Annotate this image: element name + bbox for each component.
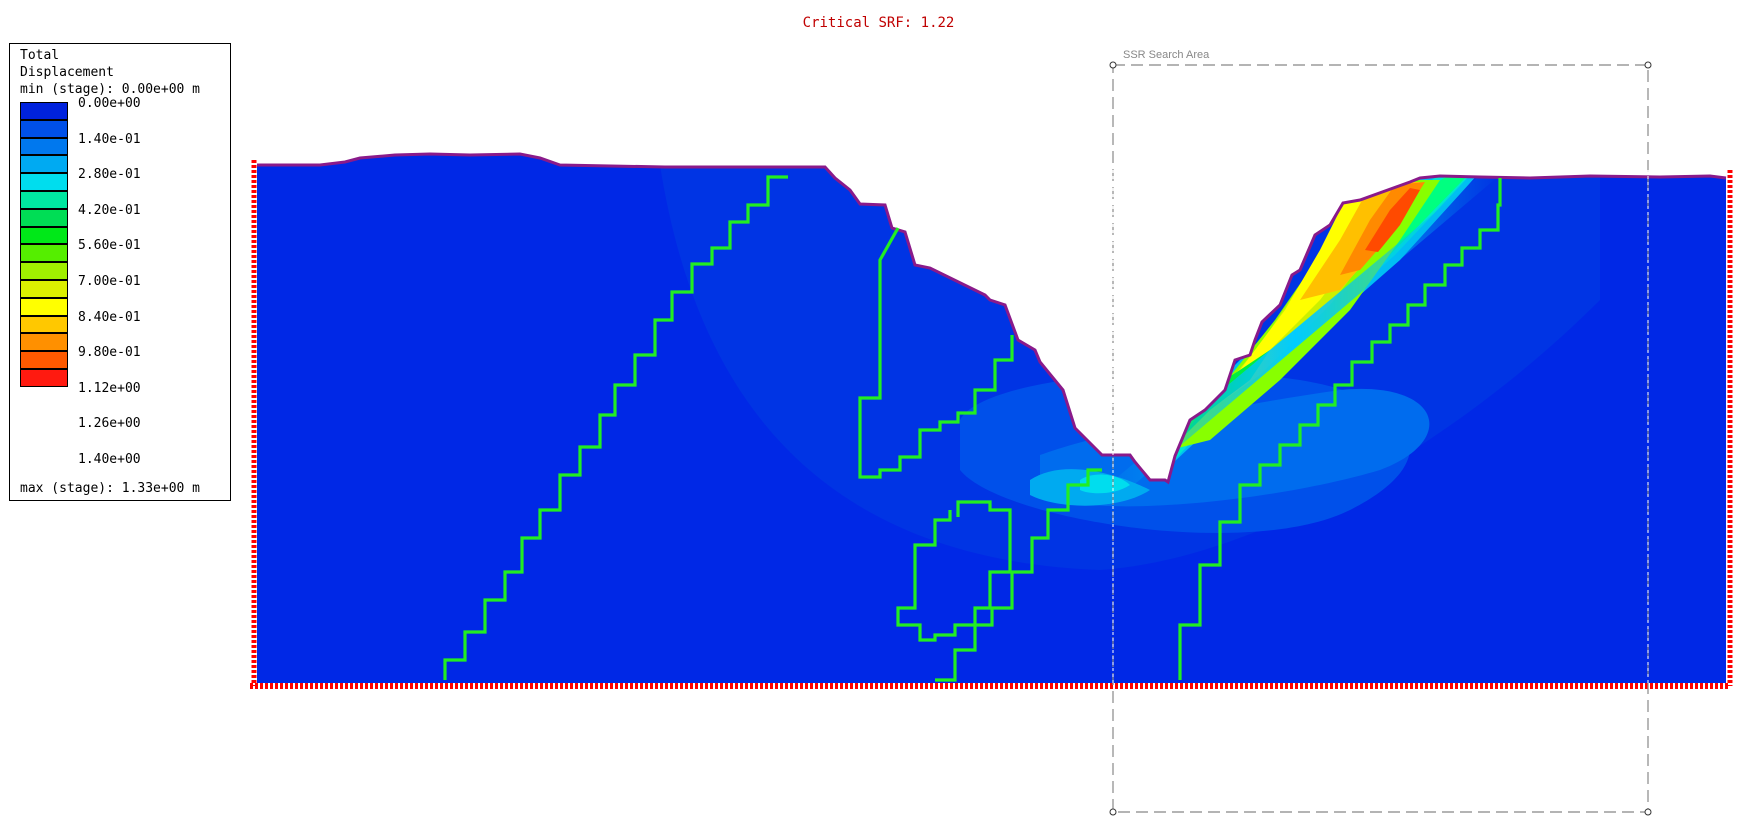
search-area-handle[interactable] (1644, 808, 1652, 816)
search-area-handle[interactable] (1109, 61, 1117, 69)
search-area-handle[interactable] (1109, 808, 1117, 816)
search-area-handle[interactable] (1644, 61, 1652, 69)
model-canvas[interactable] (0, 0, 1757, 823)
